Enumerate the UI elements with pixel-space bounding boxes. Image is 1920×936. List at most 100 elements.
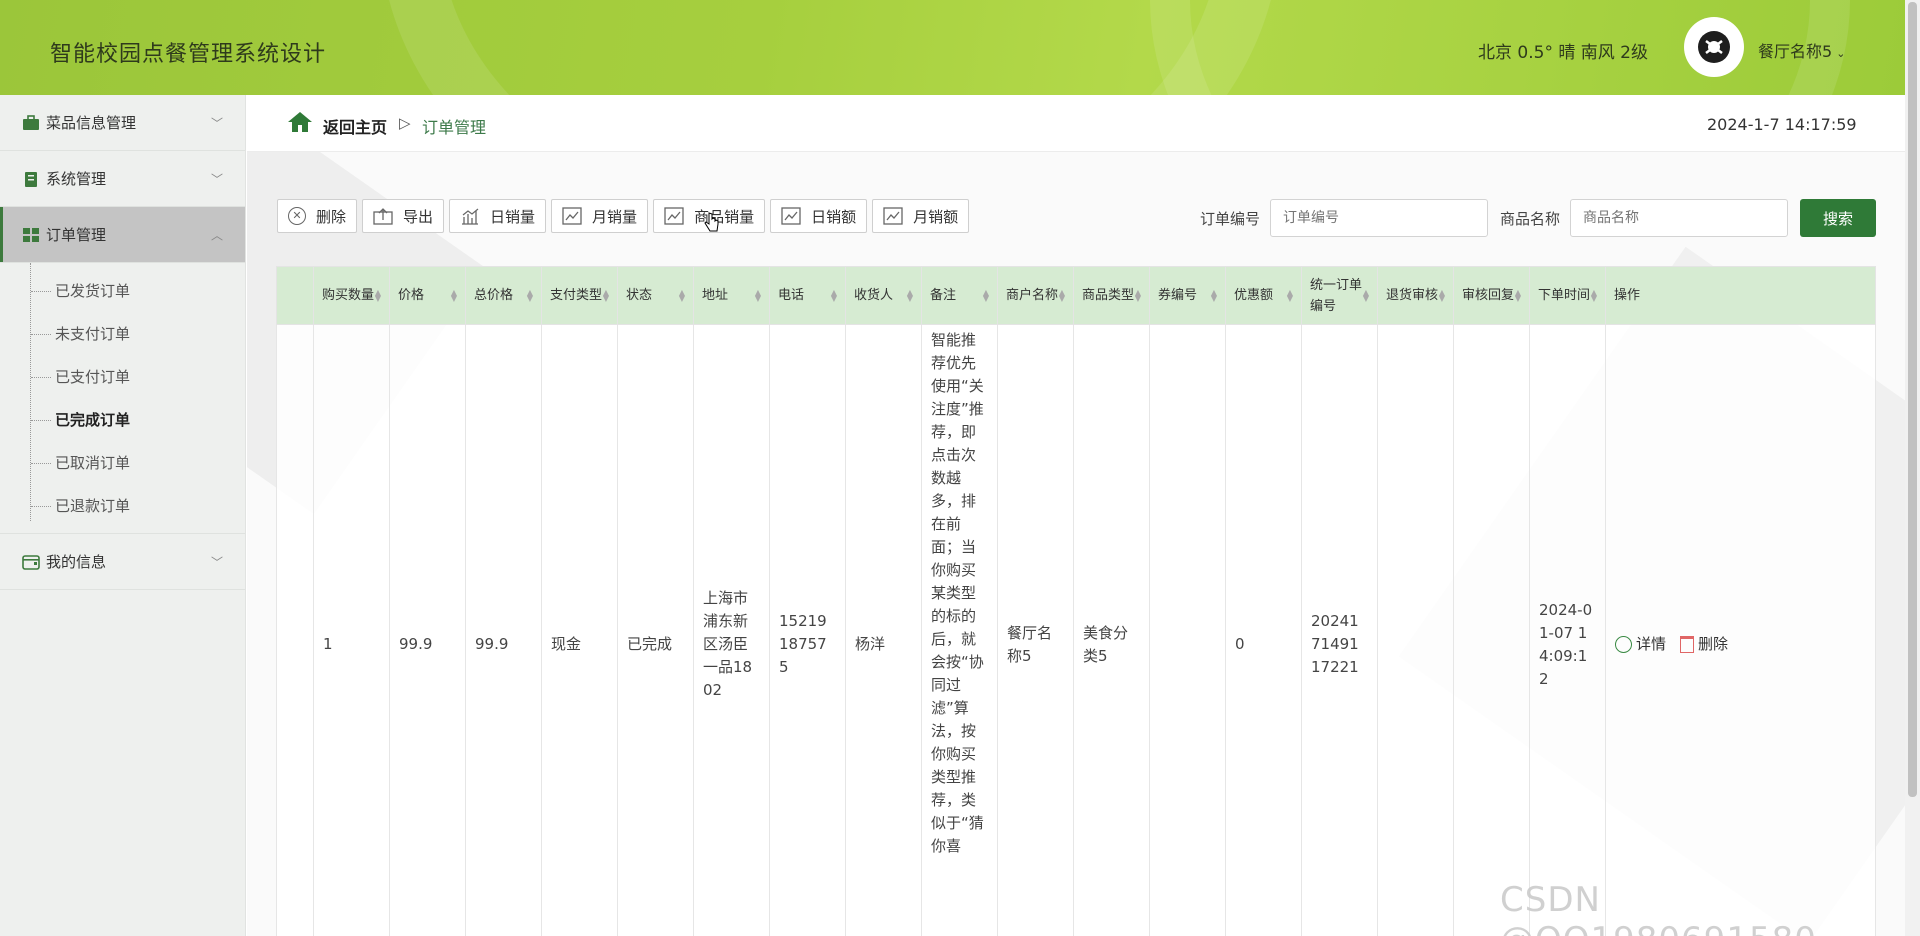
watermark: CSDN @QQ1980691580 [1500,880,1816,936]
button-label: 导出 [403,207,434,226]
daily-sales-button[interactable]: 日销量 [449,199,547,233]
sidebar-item-dish-info[interactable]: 菜品信息管理 ﹀ [0,95,245,151]
line-chart-icon [883,207,903,225]
sidebar-item-system[interactable]: 系统管理 ﹀ [0,151,245,207]
submenu-refunded-orders[interactable]: 已退款订单 [0,484,245,527]
row-delete-button[interactable]: 删除 [1680,633,1728,656]
user-avatar-icon [1698,31,1730,63]
sort-icon: ▲ ▼ [982,287,989,303]
order-no-input[interactable] [1270,199,1489,237]
breadcrumb-home-link[interactable]: 返回主页 [323,114,387,138]
scrollbar-thumb[interactable] [1908,2,1917,797]
monthly-revenue-button[interactable]: 月销额 [872,199,970,233]
trash-icon [1680,636,1695,653]
orders-table: 购买数量 ▲ ▼ 价格 ▲ ▼ 总价格 ▲ ▼ 支付类型 ▲ ▼ 状态 ▲ ▼ 地址 ▲ ▼ 电话 ▲ ▼ … [276,266,1876,936]
cell-status: 已完成 [617,324,694,936]
submenu-cancelled-orders[interactable]: 已取消订单 [0,441,245,484]
column-header[interactable]: 价格 ▲ ▼ [389,266,466,325]
column-header[interactable]: 商户名称 ▲ ▼ [997,266,1074,325]
daily-revenue-button[interactable]: 日销额 [770,199,868,233]
column-header[interactable]: 统一订单编号 ▲ ▼ [1301,266,1378,325]
sort-icon: ▲ ▼ [1362,287,1369,303]
column-header[interactable]: 地址 ▲ ▼ [693,266,770,325]
detail-button[interactable]: 详情 [1615,633,1666,656]
line-chart-icon [664,207,684,225]
sidebar-item-label: 我的信息 [46,553,107,571]
chart-box-icon [562,207,582,225]
sort-icon: ▲ ▼ [602,287,609,303]
cell-pay-type: 现金 [541,324,618,936]
column-header[interactable]: 券编号 ▲ ▼ [1149,266,1226,325]
user-menu[interactable]: 餐厅名称5 ⌄ [1758,38,1845,62]
mouse-cursor-icon [705,212,719,232]
column-header[interactable]: 状态 ▲ ▼ [617,266,694,325]
chevron-up-icon: ︿ [210,228,223,242]
search-button[interactable]: 搜索 [1800,199,1877,237]
row-checkbox-cell[interactable] [276,324,314,936]
monthly-sales-button[interactable]: 月销量 [551,199,649,233]
home-icon[interactable] [287,111,313,133]
column-header[interactable]: 电话 ▲ ▼ [769,266,846,325]
select-all-cell[interactable] [276,266,314,325]
cell-qty: 1 [313,324,390,936]
sidebar-item-my-info[interactable]: 我的信息 ﹀ [0,534,245,590]
close-circle-icon: ✕ [288,207,306,225]
cell-audit-reply [1453,324,1530,936]
column-header[interactable]: 备注 ▲ ▼ [921,266,998,325]
submenu-unpaid-orders[interactable]: 未支付订单 [0,312,245,355]
sidebar-item-orders[interactable]: 订单管理 ︿ [0,207,245,263]
sort-icon: ▲ ▼ [906,287,913,303]
column-header[interactable]: 下单时间 ▲ ▼ [1529,266,1606,325]
cell-address: 上海市浦东新区汤臣一品1802 [693,324,770,936]
sort-icon: ▲ ▼ [1286,287,1293,303]
cell-total: 99.9 [465,324,542,936]
sort-icon: ▲ ▼ [1058,287,1065,303]
button-label: 月销量 [592,207,638,226]
export-icon [373,208,393,225]
briefcase-icon [23,114,39,130]
column-header-actions: 操作 [1605,266,1876,325]
cell-category: 美食分类5 [1073,324,1150,936]
sort-icon: ▲ ▼ [754,287,761,303]
breadcrumb-separator: ▷ [399,114,411,132]
submenu-paid-orders[interactable]: 已支付订单 [0,355,245,398]
column-header[interactable]: 支付类型 ▲ ▼ [541,266,618,325]
avatar[interactable] [1684,17,1744,77]
column-header[interactable]: 退货审核 ▲ ▼ [1377,266,1454,325]
weather-info: 北京 0.5° 晴 南风 2级 [1478,43,1648,63]
sort-icon: ▲ ▼ [1514,287,1521,303]
cell-price: 99.9 [389,324,466,936]
app-title: 智能校园点餐管理系统设计 [50,42,327,67]
button-label: 日销额 [811,207,857,226]
column-header[interactable]: 审核回复 ▲ ▼ [1453,266,1530,325]
cell-order-no: 202417149117221 [1301,324,1378,936]
username: 餐厅名称5 [1758,42,1833,61]
table-row[interactable]: 1 99.9 99.9 现金 已完成 上海市浦东新区汤臣一品1802 15219… [276,324,1876,936]
sort-icon: ▲ ▼ [450,287,457,303]
wallet-icon [22,554,40,570]
sort-icon: ▲ ▼ [830,287,837,303]
column-header[interactable]: 购买数量 ▲ ▼ [313,266,390,325]
product-name-label: 商品名称 [1500,209,1561,228]
export-button[interactable]: 导出 [362,199,445,233]
cell-order-time: 2024-01-07 14:09:12 [1529,324,1606,936]
toolbar: ✕ 删除 导出 日销量 月销量 商品销量 日销额 月销额 [277,199,970,233]
sort-icon: ▲ ▼ [1438,287,1445,303]
sort-icon: ▲ ▼ [374,287,381,303]
column-header[interactable]: 总价格 ▲ ▼ [465,266,542,325]
chevron-down-icon: ﹀ [210,172,223,186]
product-name-input[interactable] [1570,199,1789,237]
sidebar-item-label: 菜品信息管理 [46,114,137,132]
submenu-completed-orders[interactable]: 已完成订单 [0,398,245,441]
chevron-down-icon: ﹀ [210,555,223,569]
submenu-shipped-orders[interactable]: 已发货订单 [0,269,245,312]
cell-note: 智能推荐优先使用“关注度”推荐，即点击次数越多，排在前面；当你购买某类型的标的后… [921,324,998,936]
column-header[interactable]: 优惠额 ▲ ▼ [1225,266,1302,325]
delete-button[interactable]: ✕ 删除 [277,199,358,233]
sidebar-item-label: 订单管理 [46,226,107,244]
page-scrollbar[interactable] [1905,0,1920,936]
column-header[interactable]: 商品类型 ▲ ▼ [1073,266,1150,325]
table-header-row: 购买数量 ▲ ▼ 价格 ▲ ▼ 总价格 ▲ ▼ 支付类型 ▲ ▼ 状态 ▲ ▼ 地址 ▲ ▼ 电话 ▲ ▼ … [276,266,1876,325]
detail-icon [1615,636,1632,653]
column-header[interactable]: 收货人 ▲ ▼ [845,266,922,325]
